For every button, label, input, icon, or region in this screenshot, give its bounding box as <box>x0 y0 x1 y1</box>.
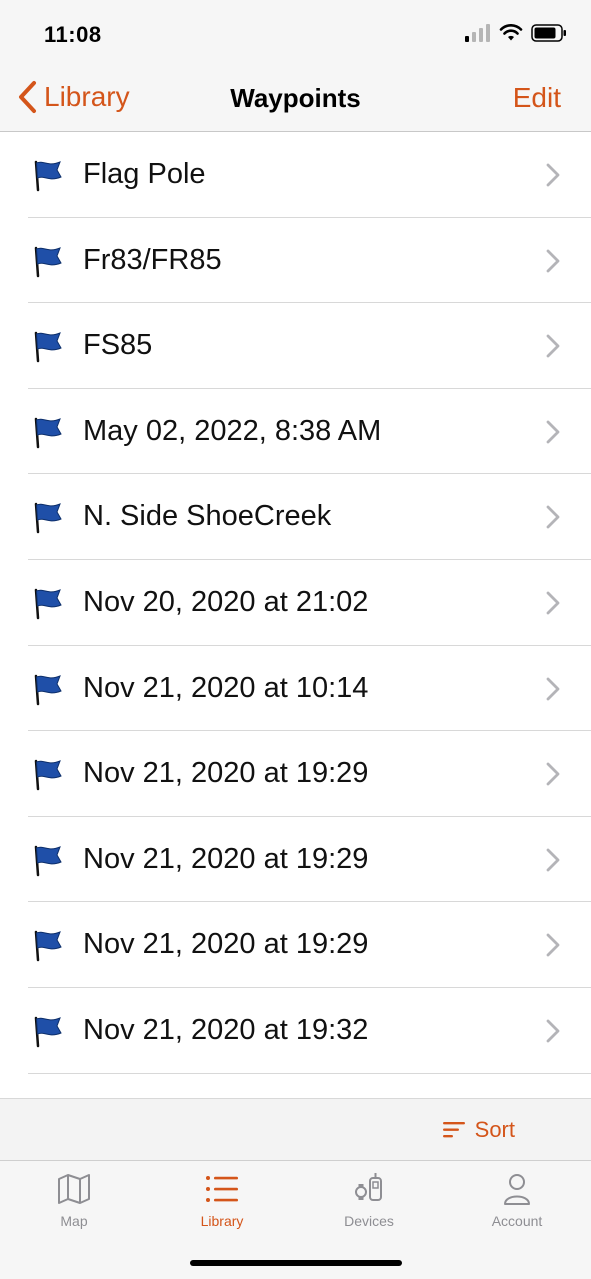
waypoint-label: FS85 <box>83 329 153 362</box>
flag-icon <box>34 503 62 534</box>
waypoint-label: N. Side ShoeCreek <box>83 500 332 533</box>
chevron-right-icon <box>546 249 560 272</box>
waypoint-list: Flag Pole Fr83/FR85 FS85 May 02, 2022, 8:38… <box>0 132 591 1098</box>
chevron-right-icon <box>546 762 560 786</box>
waypoint-label: Nov 21, 2020 at 19:29 <box>83 928 369 961</box>
signal-icon <box>465 24 490 42</box>
waypoint-row[interactable]: Flag Pole <box>0 132 591 218</box>
flag-icon <box>34 246 62 277</box>
tab-devices[interactable]: Devices <box>295 1171 443 1229</box>
tab-library[interactable]: Library <box>148 1171 296 1229</box>
chevron-right-icon <box>546 163 560 187</box>
sort-button-label: Sort <box>474 1117 515 1142</box>
chevron-right-icon <box>546 334 560 358</box>
waypoint-row[interactable]: Nov 21, 2020 at 19:29 <box>0 902 591 988</box>
back-button-label: Library <box>44 81 130 112</box>
person-icon <box>504 1174 530 1205</box>
flag-icon <box>34 931 62 962</box>
waypoint-row[interactable]: FS85 <box>0 303 591 389</box>
waypoint-label: May 02, 2022, 8:38 AM <box>83 414 382 447</box>
navigation-bar: Library Waypoints Edit <box>0 64 591 132</box>
map-icon <box>58 1174 90 1204</box>
battery-icon <box>531 24 566 42</box>
flag-icon <box>34 1016 62 1048</box>
flag-icon <box>34 417 62 449</box>
tab-map[interactable]: Map <box>0 1171 148 1229</box>
waypoint-label: Nov 21, 2020 at 19:32 <box>83 1013 369 1046</box>
flag-icon <box>34 331 62 363</box>
waypoint-row[interactable]: Nov 21, 2020 at 19:32 <box>0 988 591 1074</box>
chevron-right-icon <box>546 933 560 957</box>
back-button[interactable]: Library <box>16 80 130 114</box>
edit-button[interactable]: Edit <box>513 82 561 114</box>
chevron-right-icon <box>546 677 560 700</box>
devices-icon <box>355 1173 382 1201</box>
chevron-left-icon <box>19 81 36 113</box>
wifi-icon <box>499 24 523 41</box>
flag-icon <box>34 588 62 620</box>
chevron-right-icon <box>546 1019 560 1043</box>
flag-icon <box>34 160 62 192</box>
sort-bar: Sort <box>0 1098 591 1160</box>
flag-icon <box>34 674 62 705</box>
list-icon <box>206 1176 238 1202</box>
waypoint-label: Nov 20, 2020 at 21:02 <box>83 585 369 618</box>
waypoint-row[interactable]: Nov 21, 2020 at 19:29 <box>0 817 591 903</box>
waypoint-row[interactable]: May 02, 2022, 8:38 AM <box>0 389 591 475</box>
tab-account[interactable]: Account <box>443 1171 591 1229</box>
waypoint-label: Nov 21, 2020 at 19:29 <box>83 757 369 790</box>
waypoint-label: Nov 21, 2020 at 10:14 <box>83 671 369 704</box>
waypoint-label: Flag Pole <box>83 158 206 190</box>
waypoint-row[interactable]: Nov 21, 2020 at 19:29 <box>0 731 591 817</box>
chevron-right-icon <box>546 505 560 529</box>
status-icons <box>465 24 567 42</box>
status-bar: 11:08 <box>0 0 591 64</box>
waypoint-row[interactable]: N. Side ShoeCreek <box>0 474 591 560</box>
chevron-right-icon <box>546 848 560 872</box>
flag-icon <box>34 759 62 791</box>
waypoint-row[interactable]: Fr83/FR85 <box>0 218 591 304</box>
waypoint-row[interactable]: Nov 20, 2020 at 21:02 <box>0 560 591 646</box>
chevron-right-icon <box>546 591 560 615</box>
sort-icon <box>442 1122 465 1138</box>
waypoint-row[interactable]: Nov 21, 2020 at 10:14 <box>0 646 591 732</box>
tab-account-label: Account <box>491 1213 543 1229</box>
waypoint-label: Fr83/FR85 <box>83 243 222 276</box>
chevron-right-icon <box>546 420 560 444</box>
tab-devices-label: Devices <box>344 1213 394 1229</box>
home-indicator <box>190 1260 402 1266</box>
sort-button[interactable]: Sort <box>442 1117 515 1143</box>
waypoint-label: Nov 21, 2020 at 19:29 <box>83 842 369 875</box>
flag-icon <box>34 845 62 876</box>
status-time: 11:08 <box>44 22 102 47</box>
tab-map-label: Map <box>60 1213 88 1229</box>
tab-library-label: Library <box>200 1213 244 1229</box>
